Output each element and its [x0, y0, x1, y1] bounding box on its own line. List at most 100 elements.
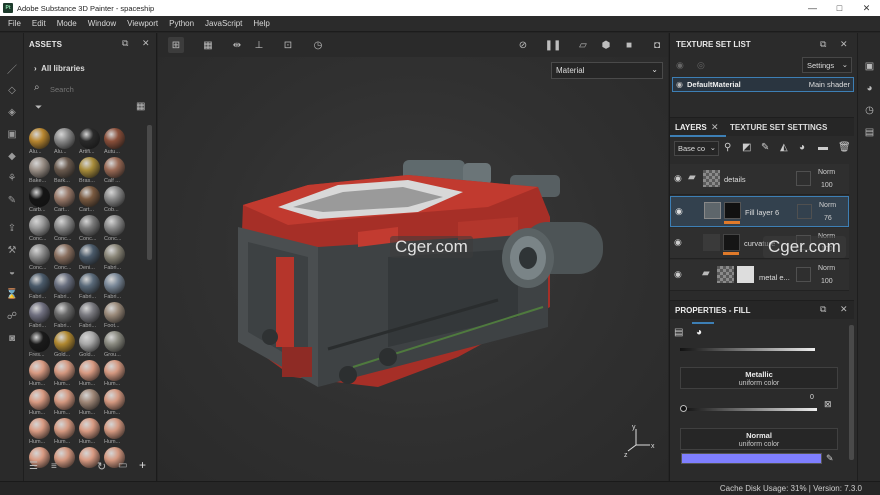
close-tab-icon[interactable]: ✕ — [711, 122, 719, 133]
asset-thumbnail[interactable] — [104, 302, 125, 323]
layer-row-fill-layer-6[interactable]: ◉ Fill layer 6 Norm 76 — [670, 196, 849, 227]
asset-thumbnail[interactable] — [54, 447, 75, 468]
folder-icon[interactable]: ▭ — [118, 460, 127, 471]
asset-thumbnail[interactable] — [29, 273, 50, 294]
asset-thumbnail[interactable] — [79, 418, 100, 439]
blend-mode[interactable]: Norm — [818, 169, 835, 176]
asset-thumbnail[interactable] — [54, 128, 75, 149]
layer-opacity[interactable]: 100 — [821, 182, 833, 189]
add-mask-icon[interactable]: ◩ — [742, 142, 751, 153]
layer-opacity[interactable]: 100 — [821, 278, 833, 285]
menu-viewport[interactable]: Viewport — [127, 19, 158, 28]
eye-icon[interactable]: ◉ — [674, 173, 682, 184]
asset-thumbnail[interactable] — [79, 215, 100, 236]
asset-thumbnail[interactable] — [29, 128, 50, 149]
slider-track[interactable] — [680, 348, 815, 351]
menu-window[interactable]: Window — [88, 19, 116, 28]
filter-icon[interactable]: ⏷ — [35, 102, 42, 113]
color-picker-icon[interactable]: ✎ — [5, 193, 19, 207]
smudge-icon[interactable]: ◆ — [5, 149, 19, 163]
asset-thumbnail[interactable] — [104, 273, 125, 294]
mask-slot[interactable] — [797, 204, 812, 219]
asset-thumbnail[interactable] — [54, 389, 75, 410]
metallic-channel[interactable]: Metallic uniform color — [680, 367, 838, 389]
random-icon[interactable]: ⊠ — [824, 399, 832, 410]
search-bar[interactable]: ⌕ — [34, 82, 149, 96]
display-settings-icon[interactable]: ▣ — [864, 61, 875, 72]
viewport-3d[interactable]: y x z — [158, 57, 668, 481]
grid-options-icon[interactable]: ▦ — [200, 37, 216, 53]
asset-thumbnail[interactable] — [104, 360, 125, 381]
asset-thumbnail[interactable] — [79, 360, 100, 381]
asset-thumbnail[interactable] — [29, 244, 50, 265]
menu-mode[interactable]: Mode — [57, 19, 77, 28]
asset-thumbnail[interactable] — [54, 186, 75, 207]
refresh-icon[interactable]: ↻ — [97, 460, 106, 473]
asset-thumbnail[interactable] — [54, 244, 75, 265]
channel-select[interactable]: Base co ⌄ — [674, 141, 719, 156]
mask-slot[interactable] — [796, 267, 811, 282]
eye-icon[interactable]: ◉ — [675, 206, 683, 217]
screenshot-icon[interactable]: ◘ — [649, 37, 665, 53]
frame-icon[interactable]: ⊡ — [280, 37, 296, 53]
add-folder-icon[interactable]: ▬ — [818, 142, 828, 153]
close-panel-icon[interactable]: ✕ — [840, 39, 848, 50]
eraser-icon[interactable]: ◇ — [5, 83, 19, 97]
menu-help[interactable]: Help — [253, 19, 269, 28]
normal-color-swatch[interactable] — [681, 453, 822, 464]
asset-thumbnail[interactable] — [79, 331, 100, 352]
symmetry-icon[interactable]: ⇹ — [229, 37, 245, 53]
fill-properties-icon[interactable]: ▤ — [674, 327, 683, 338]
add-paint-layer-icon[interactable]: ✎ — [761, 142, 769, 153]
asset-thumbnail[interactable] — [79, 273, 100, 294]
list-icon[interactable]: ≡ — [51, 461, 57, 472]
material-mode-select[interactable]: Material ⌄ — [551, 62, 663, 79]
asset-thumbnail[interactable] — [29, 302, 50, 323]
geometry-mask-icon[interactable]: ⚒ — [5, 243, 19, 257]
eye-icon[interactable]: ◉ — [674, 269, 682, 280]
log-icon[interactable]: ▤ — [864, 127, 875, 138]
float-panel-icon[interactable]: ⧉ — [122, 38, 128, 49]
library-row[interactable]: › All libraries — [34, 64, 85, 73]
metallic-slider[interactable] — [683, 408, 817, 411]
asset-thumbnail[interactable] — [54, 360, 75, 381]
paint-brush-icon[interactable]: ／ — [5, 61, 19, 76]
material-icon[interactable]: ◒ — [5, 265, 19, 279]
asset-thumbnail[interactable] — [104, 418, 125, 439]
menu-python[interactable]: Python — [169, 19, 194, 28]
layer-row-metal-edges[interactable]: ◉ ▰ metal e... Norm 100 — [670, 260, 849, 291]
import-icon[interactable]: ☰ — [29, 461, 38, 472]
menu-file[interactable]: File — [8, 19, 21, 28]
camera-icon[interactable]: ◙ — [5, 331, 19, 345]
render-icon[interactable]: ⬢ — [598, 37, 614, 53]
history-icon[interactable]: ◷ — [310, 37, 326, 53]
tab-texture-set-settings[interactable]: TEXTURE SET SETTINGS — [730, 123, 827, 132]
float-panel-icon[interactable]: ⧉ — [820, 304, 826, 315]
grid-snap-icon[interactable]: ⊞ — [168, 37, 184, 53]
asset-thumbnail[interactable] — [29, 215, 50, 236]
hide-icon[interactable]: ⊘ — [515, 37, 531, 53]
clone-icon[interactable]: ⚘ — [5, 171, 19, 185]
add-fill-layer-icon[interactable]: ◭ — [780, 142, 788, 153]
layer-row-details[interactable]: ◉ ▰ details Norm 100 — [670, 164, 849, 195]
asset-thumbnail[interactable] — [29, 389, 50, 410]
minimize-button[interactable]: — — [799, 0, 826, 16]
asset-thumbnail[interactable] — [29, 331, 50, 352]
asset-thumbnail[interactable] — [79, 157, 100, 178]
settings-dropdown[interactable]: Settings ⌄ — [802, 57, 852, 73]
mask-slot[interactable] — [796, 171, 811, 186]
smart-material-icon[interactable]: ◕ — [799, 142, 805, 153]
delete-layer-icon[interactable]: 🗑 — [838, 142, 851, 153]
asset-thumbnail[interactable] — [104, 331, 125, 352]
transform-icon[interactable]: ⊥ — [251, 37, 267, 53]
grid-view-icon[interactable]: ▦ — [136, 101, 145, 112]
asset-thumbnail[interactable] — [79, 186, 100, 207]
asset-thumbnail[interactable] — [29, 360, 50, 381]
material-properties-icon[interactable]: ◕ — [696, 327, 702, 338]
asset-thumbnail[interactable] — [104, 186, 125, 207]
pause-icon[interactable]: ❚❚ — [545, 37, 562, 53]
asset-thumbnail[interactable] — [29, 157, 50, 178]
measure-icon[interactable]: ⌛ — [5, 287, 19, 301]
projection-icon[interactable]: ◈ — [5, 105, 19, 119]
eyedropper-icon[interactable]: ✎ — [826, 453, 834, 464]
